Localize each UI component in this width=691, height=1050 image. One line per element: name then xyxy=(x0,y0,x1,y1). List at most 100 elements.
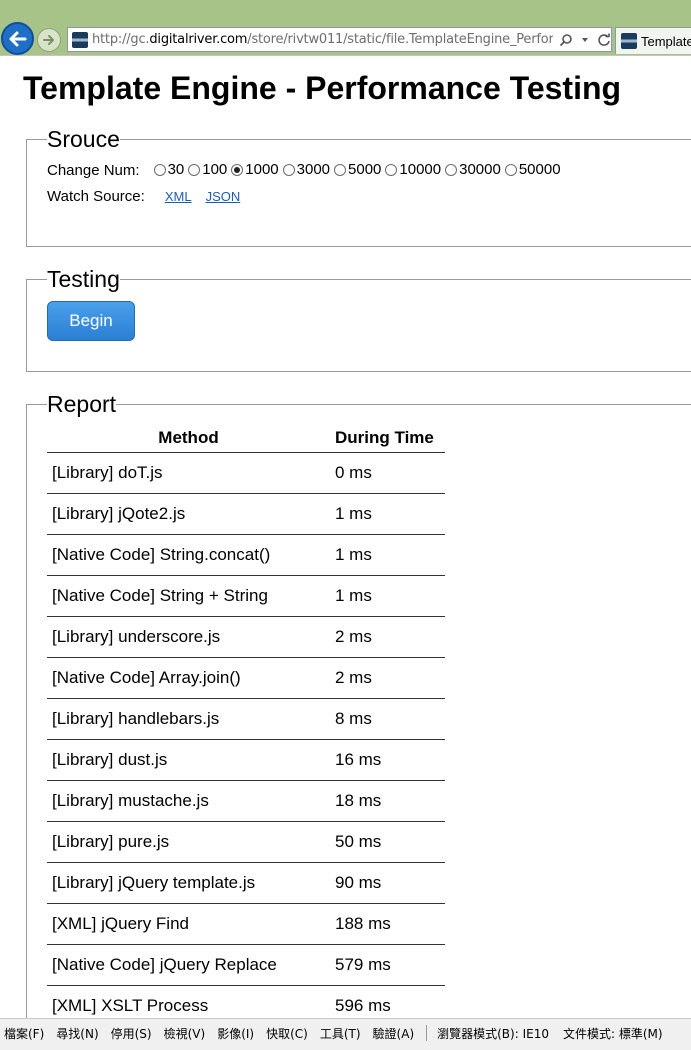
menu-item[interactable]: 尋找(N) xyxy=(56,1025,98,1042)
radio-label: 30000 xyxy=(459,161,501,178)
change-num-option-30[interactable]: 30 xyxy=(153,161,185,178)
radio-label: 3000 xyxy=(296,161,331,178)
method-cell: [Library] jQote2.js xyxy=(47,493,330,535)
method-cell: [Native Code] Array.join() xyxy=(47,657,330,699)
time-cell: 50 ms xyxy=(330,821,445,863)
method-cell: [Native Code] jQuery Replace xyxy=(47,944,330,986)
document-mode-menu[interactable]: 文件模式: 標準(M) xyxy=(563,1025,663,1042)
time-cell: 2 ms xyxy=(330,657,445,699)
tab-favicon-icon xyxy=(621,33,637,49)
change-num-option-30000[interactable]: 30000 xyxy=(445,161,501,178)
table-row: [Library] pure.js 50 ms xyxy=(47,821,445,863)
json-link[interactable]: JSON xyxy=(206,189,241,204)
change-num-option-5000[interactable]: 5000 xyxy=(334,161,381,178)
change-num-option-1000[interactable]: 1000 xyxy=(231,161,279,178)
radio-label: 10000 xyxy=(399,161,442,178)
change-num-row: Change Num: 30 100 1000 3000 5000 10000 30000 5… xyxy=(47,161,691,180)
time-cell: 90 ms xyxy=(330,862,445,904)
report-table: Method During Time [Library] doT.js 0 ms[… xyxy=(47,424,445,1018)
back-arrow-icon xyxy=(9,31,26,46)
method-cell: [XML] XSLT Process xyxy=(47,985,330,1018)
table-row: [Library] handlebars.js 8 ms xyxy=(47,698,445,740)
time-cell: 1 ms xyxy=(330,534,445,576)
back-button[interactable] xyxy=(1,22,34,55)
table-row: [Library] jQote2.js 1 ms xyxy=(47,493,445,535)
change-num-label: Change Num: xyxy=(47,161,140,179)
radio-button-icon[interactable] xyxy=(445,163,458,176)
radio-label: 1000 xyxy=(245,161,279,178)
report-header-row: Method During Time xyxy=(47,424,445,453)
time-cell: 188 ms xyxy=(330,903,445,945)
radio-button-icon[interactable] xyxy=(188,163,201,176)
radio-button-icon[interactable] xyxy=(504,163,517,176)
radio-label: 30 xyxy=(167,161,185,178)
time-cell: 16 ms xyxy=(330,739,445,781)
change-num-option-50000[interactable]: 50000 xyxy=(504,161,561,178)
menu-item[interactable]: 檔案(F) xyxy=(4,1025,44,1042)
search-icon[interactable] xyxy=(559,33,573,47)
radio-button-icon[interactable] xyxy=(334,163,347,176)
table-row: [Native Code] String.concat() 1 ms xyxy=(47,534,445,576)
method-cell: [Library] mustache.js xyxy=(47,780,330,822)
menu-separator xyxy=(426,1025,428,1041)
method-cell: [Library] dust.js xyxy=(47,739,330,781)
radio-button-icon[interactable] xyxy=(153,163,166,176)
report-legend: Report xyxy=(47,391,117,417)
change-num-option-100[interactable]: 100 xyxy=(188,161,227,178)
url-path: /store/rivtw011/static/file.TemplateEngi… xyxy=(247,32,553,47)
radio-label: 50000 xyxy=(518,161,561,178)
time-cell: 0 ms xyxy=(330,452,445,494)
browser-mode-menu[interactable]: 瀏覽器模式(B): IE10 xyxy=(437,1025,549,1042)
method-cell: [Native Code] String.concat() xyxy=(47,534,330,576)
table-row: [Library] doT.js 0 ms xyxy=(47,452,445,494)
source-legend: Srouce xyxy=(47,126,120,152)
time-cell: 8 ms xyxy=(330,698,445,740)
change-num-option-10000[interactable]: 10000 xyxy=(385,161,441,178)
forward-button[interactable] xyxy=(37,28,61,52)
dropdown-icon[interactable] xyxy=(581,36,589,44)
forward-arrow-icon xyxy=(43,35,54,45)
menu-item[interactable]: 檢視(V) xyxy=(164,1025,206,1042)
method-cell: [Library] doT.js xyxy=(47,452,330,494)
url-host: digitalriver.com xyxy=(149,32,248,47)
report-section: Report Method During Time [Library] doT.… xyxy=(26,391,691,1018)
change-num-radio-group: 30 100 1000 3000 5000 10000 30000 50000 xyxy=(153,161,565,180)
refresh-icon[interactable] xyxy=(597,33,611,47)
watch-source-label: Watch Source: xyxy=(47,187,145,205)
menu-items: 檔案(F) 尋找(N) 停用(S) 檢視(V) 影像(I) 快取(C) 工具(T) 驗證(A) xyxy=(4,1025,426,1042)
address-bar[interactable]: http://gc.digitalriver.com/store/rivtw01… xyxy=(67,27,612,52)
table-row: [XML] XSLT Process 596 ms xyxy=(47,985,445,1018)
radio-button-icon[interactable] xyxy=(385,163,398,176)
watch-source-row: Watch Source: XML JSON xyxy=(47,188,691,205)
radio-button-icon[interactable] xyxy=(282,163,295,176)
time-cell: 1 ms xyxy=(330,575,445,617)
table-row: [Library] dust.js 16 ms xyxy=(47,739,445,781)
url-text[interactable]: http://gc.digitalriver.com/store/rivtw01… xyxy=(92,32,553,47)
method-cell: [Library] underscore.js xyxy=(47,616,330,658)
radio-label: 5000 xyxy=(348,161,382,178)
testing-section: Testing Begin xyxy=(26,266,691,372)
page-content: Template Engine - Performance Testing Sr… xyxy=(0,56,691,1018)
time-cell: 2 ms xyxy=(330,616,445,658)
browser-tab[interactable]: Template xyxy=(615,27,691,54)
menu-item[interactable]: 快取(C) xyxy=(266,1025,308,1042)
xml-link[interactable]: XML xyxy=(165,189,192,204)
table-row: [Library] jQuery template.js 90 ms xyxy=(47,862,445,904)
menu-item[interactable]: 影像(I) xyxy=(217,1025,254,1042)
method-column-header: Method xyxy=(47,424,330,453)
developer-menu-bar: 檔案(F) 尋找(N) 停用(S) 檢視(V) 影像(I) 快取(C) 工具(T) 驗證(A)… xyxy=(0,1018,691,1050)
tab-title: Template xyxy=(641,33,691,49)
time-cell: 1 ms xyxy=(330,493,445,535)
radio-button-icon[interactable] xyxy=(231,163,244,176)
change-num-option-3000[interactable]: 3000 xyxy=(282,161,331,178)
browser-toolbar: http://gc.digitalriver.com/store/rivtw01… xyxy=(0,0,691,56)
menu-item[interactable]: 工具(T) xyxy=(320,1025,361,1042)
menu-item[interactable]: 驗證(A) xyxy=(373,1025,415,1042)
begin-button[interactable]: Begin xyxy=(47,301,135,341)
table-row: [Library] underscore.js 2 ms xyxy=(47,616,445,658)
method-cell: [XML] jQuery Find xyxy=(47,903,330,945)
method-cell: [Native Code] String + String xyxy=(47,575,330,617)
method-cell: [Library] pure.js xyxy=(47,821,330,863)
menu-item[interactable]: 停用(S) xyxy=(111,1025,152,1042)
radio-label: 100 xyxy=(202,161,228,178)
